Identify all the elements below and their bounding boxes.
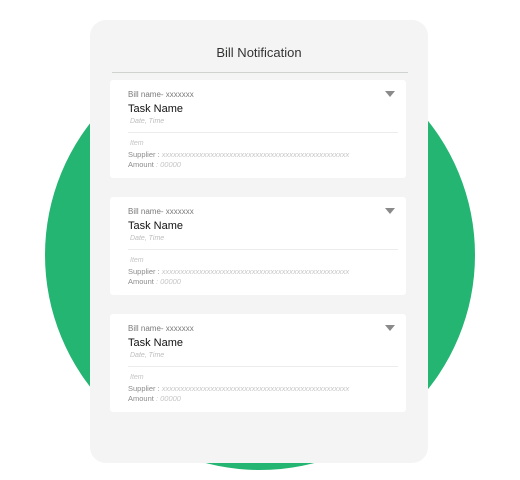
card-divider [128,249,398,250]
amount-label: Amount [128,277,154,286]
supplier-value: xxxxxxxxxxxxxxxxxxxxxxxxxxxxxxxxxxxxxxxx… [161,267,350,276]
panel-title: Bill Notification [216,45,302,60]
supplier-row: Supplier : xxxxxxxxxxxxxxxxxxxxxxxxxxxxx… [128,384,349,393]
date-time: Date, Time [130,352,165,359]
chevron-down-icon[interactable] [385,325,395,331]
supplier-row: Supplier : xxxxxxxxxxxxxxxxxxxxxxxxxxxxx… [128,267,349,276]
date-time: Date, Time [130,118,165,125]
amount-value: : 00000 [155,160,181,169]
supplier-value: xxxxxxxxxxxxxxxxxxxxxxxxxxxxxxxxxxxxxxxx… [161,150,350,159]
task-name: Task Name [128,220,184,232]
bill-name: Bill name- xxxxxxx [128,207,194,216]
item-label: Item [130,140,144,147]
amount-row: Amount : 00000 [128,160,181,169]
bill-card[interactable]: Bill name- xxxxxxx Task Name Date, Time … [110,197,406,295]
task-name: Task Name [128,103,184,115]
supplier-label: Supplier : [128,384,160,393]
supplier-label: Supplier : [128,267,160,276]
task-name: Task Name [128,337,184,349]
supplier-row: Supplier : xxxxxxxxxxxxxxxxxxxxxxxxxxxxx… [128,150,349,159]
title-divider [112,72,408,73]
chevron-down-icon[interactable] [385,208,395,214]
bill-name: Bill name- xxxxxxx [128,324,194,333]
bill-notification-panel: Bill Notification Bill name- xxxxxxx Tas… [90,20,428,463]
date-time: Date, Time [130,235,165,242]
bill-card[interactable]: Bill name- xxxxxxx Task Name Date, Time … [110,80,406,178]
amount-label: Amount [128,160,154,169]
bill-name: Bill name- xxxxxxx [128,90,194,99]
item-label: Item [130,257,144,264]
card-divider [128,132,398,133]
card-divider [128,366,398,367]
stage: Bill Notification Bill name- xxxxxxx Tas… [0,0,520,480]
amount-row: Amount : 00000 [128,277,181,286]
supplier-value: xxxxxxxxxxxxxxxxxxxxxxxxxxxxxxxxxxxxxxxx… [161,384,350,393]
supplier-label: Supplier : [128,150,160,159]
bill-card[interactable]: Bill name- xxxxxxx Task Name Date, Time … [110,314,406,412]
item-label: Item [130,374,144,381]
amount-label: Amount [128,394,154,403]
amount-value: : 00000 [155,394,181,403]
amount-row: Amount : 00000 [128,394,181,403]
chevron-down-icon[interactable] [385,91,395,97]
amount-value: : 00000 [155,277,181,286]
